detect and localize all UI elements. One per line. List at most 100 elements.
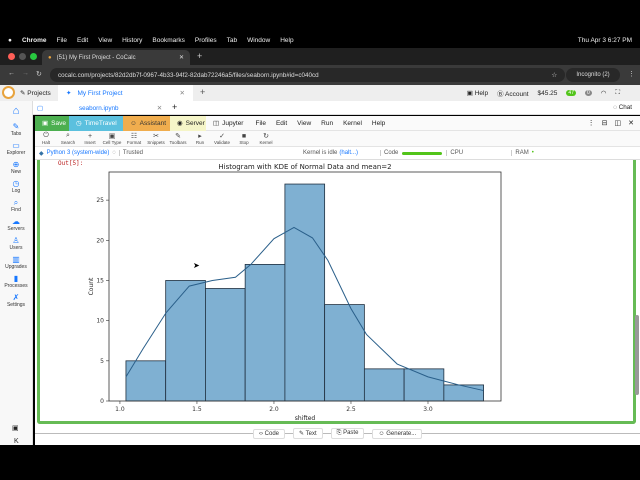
histogram-bar	[165, 280, 206, 402]
project-tab[interactable]: ✦ My First Project ✕	[58, 85, 193, 101]
collapse-icon[interactable]: K	[14, 438, 19, 445]
url-input[interactable]: cocalc.com/projects/82d2db7f-0967-4b33-9…	[50, 68, 565, 82]
browser-tab[interactable]: ● (51) My First Project - CoCalc ✕	[42, 50, 190, 65]
menu-help-nb[interactable]: Help	[367, 116, 390, 131]
maximize-window-button[interactable]	[30, 53, 37, 60]
toolbar-cell-type-button[interactable]: ▣ Cell Type	[101, 132, 123, 145]
layout-icon[interactable]: ▣	[12, 424, 19, 432]
close-window-button[interactable]	[8, 53, 15, 60]
assistant-button[interactable]: ☺ Assistant	[123, 115, 170, 131]
menu-history[interactable]: History	[122, 37, 142, 44]
account-button[interactable]: Ⓑ Account	[497, 88, 528, 98]
count-badge[interactable]: 0	[584, 90, 592, 96]
menu-file-nb[interactable]: File	[250, 116, 270, 131]
menu-view-nb[interactable]: View	[292, 116, 316, 131]
icon-toolbar: ⏻ Halt ⌕ Search + Insert ▣ Cell Type ☷ Format ✂ Sni…	[35, 131, 640, 147]
menu-edit[interactable]: Edit	[77, 37, 88, 44]
reload-icon[interactable]: ↻	[36, 70, 42, 78]
close-frame-icon[interactable]: ✕	[628, 119, 634, 127]
insert-code-button[interactable]: ‹› Code	[253, 428, 286, 439]
fullscreen-icon[interactable]: ⛶	[615, 89, 620, 97]
scrollbar[interactable]	[635, 315, 639, 395]
menu-tab[interactable]: Tab	[227, 37, 237, 44]
toolbar-snippets-button[interactable]: ✂ Snippets	[145, 132, 167, 145]
sidebar-new[interactable]: ⊕ New	[0, 158, 32, 177]
notebook-toolbar: ▣ Save ◷ TimeTravel ☺ Assistant ◉ Server…	[35, 115, 640, 131]
ram-indicator: •	[531, 150, 534, 156]
menu-window[interactable]: Window	[247, 37, 270, 44]
browser-menu-icon[interactable]: ⋮	[628, 70, 635, 78]
toolbar-format-button[interactable]: ☷ Format	[123, 132, 145, 145]
toolbar-toolbars-button[interactable]: ✎ Toolbars	[167, 132, 189, 145]
sidebar-label: New	[10, 168, 21, 175]
incognito-button[interactable]: Incognito (2)	[566, 68, 620, 82]
x-tick-label: 1.0	[115, 406, 125, 413]
close-file-icon[interactable]: ✕	[157, 105, 162, 112]
timetravel-label: TimeTravel	[84, 119, 117, 127]
sidebar-find[interactable]: ⌕ Find	[0, 196, 32, 215]
toolbar-insert-button[interactable]: + Insert	[79, 133, 101, 145]
generate-button[interactable]: ☺ Generate...	[372, 428, 423, 439]
menu-kernel-nb[interactable]: Kernel	[338, 116, 367, 131]
timetravel-button[interactable]: ◷ TimeTravel	[69, 115, 123, 131]
split-vertical-icon[interactable]: ◫	[615, 119, 622, 127]
toolbar-validate-button[interactable]: ✓ Validate	[211, 132, 233, 145]
close-project-icon[interactable]: ✕	[180, 89, 185, 97]
notifications-badge[interactable]: 47	[566, 90, 576, 96]
chat-button[interactable]: ◌ Chat	[613, 104, 632, 111]
save-button[interactable]: ▣ Save	[35, 115, 69, 131]
more-icon[interactable]: ⋮	[588, 119, 595, 127]
toolbar-halt-button[interactable]: ⏻ Halt	[35, 132, 57, 145]
apple-icon[interactable]: ●	[8, 37, 12, 44]
sidebar-processes[interactable]: ▮ Processes	[0, 272, 32, 291]
toolbar-search-button[interactable]: ⌕ Search	[57, 132, 79, 145]
sidebar-log[interactable]: ◷ Log	[0, 177, 32, 196]
toolbar-stop-button[interactable]: ■ Stop	[233, 133, 255, 145]
cpu-label: CPU	[446, 150, 511, 156]
forward-icon[interactable]: →	[22, 70, 29, 77]
minimize-window-button[interactable]	[19, 53, 26, 60]
sidebar-home[interactable]: ⌂	[0, 101, 32, 120]
project-icon: ✦	[66, 90, 72, 97]
menu-app[interactable]: Chrome	[22, 37, 47, 44]
trusted-label[interactable]: Trusted	[118, 150, 143, 156]
new-tab-button[interactable]: +	[197, 51, 202, 61]
sidebar-explorer[interactable]: ▭ Explorer	[0, 139, 32, 158]
split-horizontal-icon[interactable]: ⊟	[602, 119, 608, 127]
sidebar-upgrades[interactable]: ▥ Upgrades	[0, 253, 32, 272]
project-sidebar: ⌂ ✎ Tabs ▭ Explorer ⊕ New ◷ Log ⌕ Find ☁ Serve…	[0, 101, 33, 445]
menu-file[interactable]: File	[57, 37, 67, 44]
sidebar-servers[interactable]: ☁ Servers	[0, 215, 32, 234]
halt-link[interactable]: (halt...)	[339, 150, 358, 156]
menu-view[interactable]: View	[98, 37, 112, 44]
back-icon[interactable]: ←	[8, 70, 15, 77]
projects-button[interactable]: ✎ Projects	[20, 89, 51, 97]
cocalc-logo-icon[interactable]	[2, 86, 15, 99]
menu-help[interactable]: Help	[280, 37, 293, 44]
kernel-name[interactable]: Python 3 (system-wide)	[47, 150, 110, 156]
x-tick-label: 3.0	[423, 406, 433, 413]
sidebar-settings[interactable]: ✗ Settings	[0, 291, 32, 310]
toolbar-label: Kernel	[259, 140, 273, 145]
menu-edit-nb[interactable]: Edit	[271, 116, 292, 131]
file-tab[interactable]: ▢ seaborn.ipynb ✕	[37, 101, 162, 115]
balance[interactable]: $45.25	[538, 90, 558, 97]
toolbar-run-button[interactable]: ▸ Run	[189, 132, 211, 145]
server-button[interactable]: ◉ Server	[170, 115, 206, 131]
x-tick-label: 1.5	[192, 406, 202, 413]
toolbar-icon: +	[87, 132, 93, 140]
close-tab-icon[interactable]: ✕	[179, 54, 184, 61]
paste-button[interactable]: ⎘ Paste	[330, 428, 365, 439]
menu-profiles[interactable]: Profiles	[195, 37, 217, 44]
add-file-tab-button[interactable]: +	[172, 102, 177, 112]
insert-text-button[interactable]: ✎ Text	[293, 428, 323, 439]
help-button[interactable]: ▣ Help	[467, 89, 488, 97]
jupyter-menu[interactable]: ◫ Jupyter	[206, 116, 250, 131]
bookmark-star-icon[interactable]: ☆	[551, 72, 557, 79]
add-project-tab-button[interactable]: +	[200, 87, 205, 97]
sidebar-tabs[interactable]: ✎ Tabs	[0, 120, 32, 139]
toolbar-kernel-button[interactable]: ↻ Kernel	[255, 132, 277, 145]
sidebar-users[interactable]: ♙ Users	[0, 234, 32, 253]
menu-run-nb[interactable]: Run	[316, 116, 338, 131]
menu-bookmarks[interactable]: Bookmarks	[152, 37, 185, 44]
